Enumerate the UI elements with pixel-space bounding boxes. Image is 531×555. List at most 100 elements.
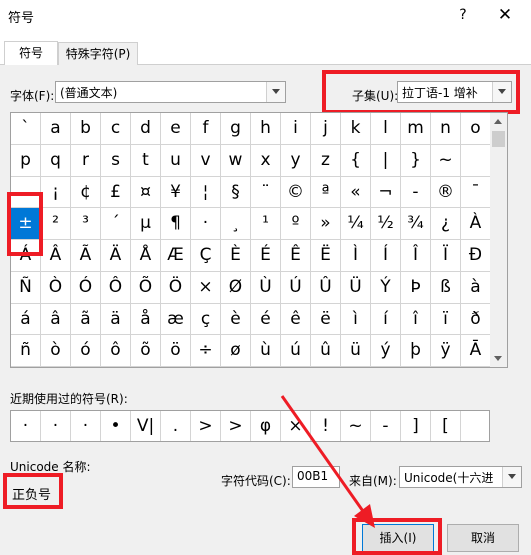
symbol-cell[interactable]: ì — [341, 303, 371, 336]
symbol-cell[interactable]: Â — [41, 240, 71, 272]
symbol-cell[interactable]: d — [131, 113, 161, 145]
symbol-cell[interactable]: k — [341, 113, 371, 145]
chevron-down-icon[interactable] — [502, 467, 521, 487]
symbol-cell[interactable]: v — [191, 144, 221, 177]
symbol-cell[interactable]: µ — [131, 208, 161, 240]
help-button[interactable]: ? — [452, 4, 474, 26]
symbol-cell[interactable]: Í — [371, 240, 401, 272]
symbol-cell[interactable]: å — [131, 303, 161, 336]
symbol-cell[interactable]: ú — [281, 335, 311, 367]
symbol-cell[interactable]: þ — [401, 335, 431, 367]
symbol-cell[interactable]: - — [401, 176, 431, 209]
symbol-cell[interactable]: § — [221, 176, 251, 209]
symbol-cell[interactable] — [461, 144, 491, 177]
symbol-cell[interactable]: õ — [131, 335, 161, 367]
symbol-cell[interactable]: â — [41, 303, 71, 336]
symbol-cell[interactable]: ¢ — [71, 176, 101, 209]
scroll-up-icon[interactable] — [490, 113, 507, 130]
symbol-cell[interactable]: Ä — [101, 240, 131, 272]
symbol-cell[interactable]: u — [161, 144, 191, 177]
close-button[interactable]: ✕ — [493, 3, 517, 27]
symbol-cell[interactable]: ô — [101, 335, 131, 367]
symbol-cell[interactable]: ³ — [71, 208, 101, 240]
symbol-cell[interactable]: j — [311, 113, 341, 145]
symbol-cell[interactable]: ª — [311, 176, 341, 209]
symbol-cell[interactable]: Á — [11, 240, 41, 272]
from-select[interactable]: Unicode(十六进 — [399, 466, 522, 488]
subset-select[interactable]: 拉丁语-1 增补 — [397, 81, 512, 103]
symbol-cell[interactable]: £ — [101, 176, 131, 209]
symbol-cell[interactable]: ¥ — [161, 176, 191, 209]
symbol-cell[interactable]: ù — [251, 335, 281, 367]
symbol-cell[interactable]: ´ — [101, 208, 131, 240]
symbol-cell[interactable]: î — [401, 303, 431, 336]
symbol-cell[interactable]: Ā — [461, 335, 491, 367]
symbol-cell[interactable]: ë — [311, 303, 341, 336]
symbol-cell[interactable]: ± — [11, 208, 41, 240]
symbol-cell[interactable]: Þ — [401, 271, 431, 304]
symbol-cell[interactable]: Ó — [71, 271, 101, 304]
symbol-cell[interactable]: { — [341, 144, 371, 177]
symbol-cell[interactable]: Ñ — [11, 271, 41, 304]
symbol-cell[interactable]: c — [101, 113, 131, 145]
symbol-cell[interactable]: Æ — [161, 240, 191, 272]
symbol-cell[interactable]: ò — [41, 335, 71, 367]
symbol-cell[interactable]: ¦ — [191, 176, 221, 209]
symbol-cell[interactable]: Ô — [101, 271, 131, 304]
symbol-cell[interactable]: ® — [431, 176, 461, 209]
symbol-cell[interactable]: ¡ — [41, 176, 71, 209]
recent-symbols[interactable]: · · · • V|. > > φ ×! ~ -][ — [10, 410, 490, 442]
symbol-cell[interactable]: Î — [401, 240, 431, 272]
symbol-cell[interactable]: ø — [221, 335, 251, 367]
symbol-cell[interactable] — [11, 176, 41, 209]
chevron-down-icon[interactable] — [492, 82, 511, 102]
symbol-cell[interactable]: Ë — [311, 240, 341, 272]
symbol-cell[interactable]: è — [221, 303, 251, 336]
symbol-cell[interactable]: h — [251, 113, 281, 145]
symbol-cell[interactable]: ã — [71, 303, 101, 336]
symbol-cell[interactable]: Ï — [431, 240, 461, 272]
font-select[interactable]: (普通文本) — [55, 81, 286, 103]
symbol-cell[interactable]: s — [101, 144, 131, 177]
symbol-cell[interactable]: ç — [191, 303, 221, 336]
symbol-cell[interactable]: p — [11, 144, 41, 177]
symbol-cell[interactable]: e — [161, 113, 191, 145]
symbol-cell[interactable]: à — [461, 271, 491, 304]
recent-symbol[interactable]: ] — [401, 411, 431, 441]
recent-symbol[interactable]: > — [191, 411, 221, 441]
symbol-cell[interactable]: ½ — [371, 208, 401, 240]
symbol-cell[interactable]: ê — [281, 303, 311, 336]
symbol-cell[interactable]: ï — [431, 303, 461, 336]
symbol-cell[interactable]: ÿ — [431, 335, 461, 367]
symbol-cell[interactable]: Ü — [341, 271, 371, 304]
symbol-cell[interactable]: È — [221, 240, 251, 272]
cancel-button[interactable]: 取消 — [447, 524, 519, 552]
symbol-cell[interactable]: ¨ — [251, 176, 281, 209]
symbol-cell[interactable]: ¾ — [401, 208, 431, 240]
symbol-cell[interactable]: À — [461, 208, 491, 240]
recent-symbol[interactable]: · — [71, 411, 101, 441]
symbol-cell[interactable]: ñ — [11, 335, 41, 367]
recent-symbol[interactable]: · — [11, 411, 41, 441]
symbol-cell[interactable]: ¤ — [131, 176, 161, 209]
symbol-cell[interactable]: ¬ — [371, 176, 401, 209]
symbol-cell[interactable]: ¼ — [341, 208, 371, 240]
symbol-cell[interactable]: o — [461, 113, 491, 145]
recent-symbol[interactable]: · — [41, 411, 71, 441]
symbol-cell[interactable]: ó — [71, 335, 101, 367]
symbol-cell[interactable]: ² — [41, 208, 71, 240]
symbol-cell[interactable]: r — [71, 144, 101, 177]
symbol-cell[interactable]: Ù — [251, 271, 281, 304]
symbol-cell[interactable]: ü — [341, 335, 371, 367]
symbol-cell[interactable]: Û — [311, 271, 341, 304]
symbol-cell[interactable]: ¿ — [431, 208, 461, 240]
symbol-cell[interactable]: } — [401, 144, 431, 177]
symbol-cell[interactable]: » — [311, 208, 341, 240]
symbol-cell[interactable]: q — [41, 144, 71, 177]
symbol-cell[interactable]: í — [371, 303, 401, 336]
symbol-cell[interactable]: Ú — [281, 271, 311, 304]
symbol-cell[interactable]: á — [11, 303, 41, 336]
symbol-cell[interactable]: × — [191, 271, 221, 304]
symbol-cell[interactable]: Ã — [71, 240, 101, 272]
recent-symbol[interactable]: . — [161, 411, 191, 441]
